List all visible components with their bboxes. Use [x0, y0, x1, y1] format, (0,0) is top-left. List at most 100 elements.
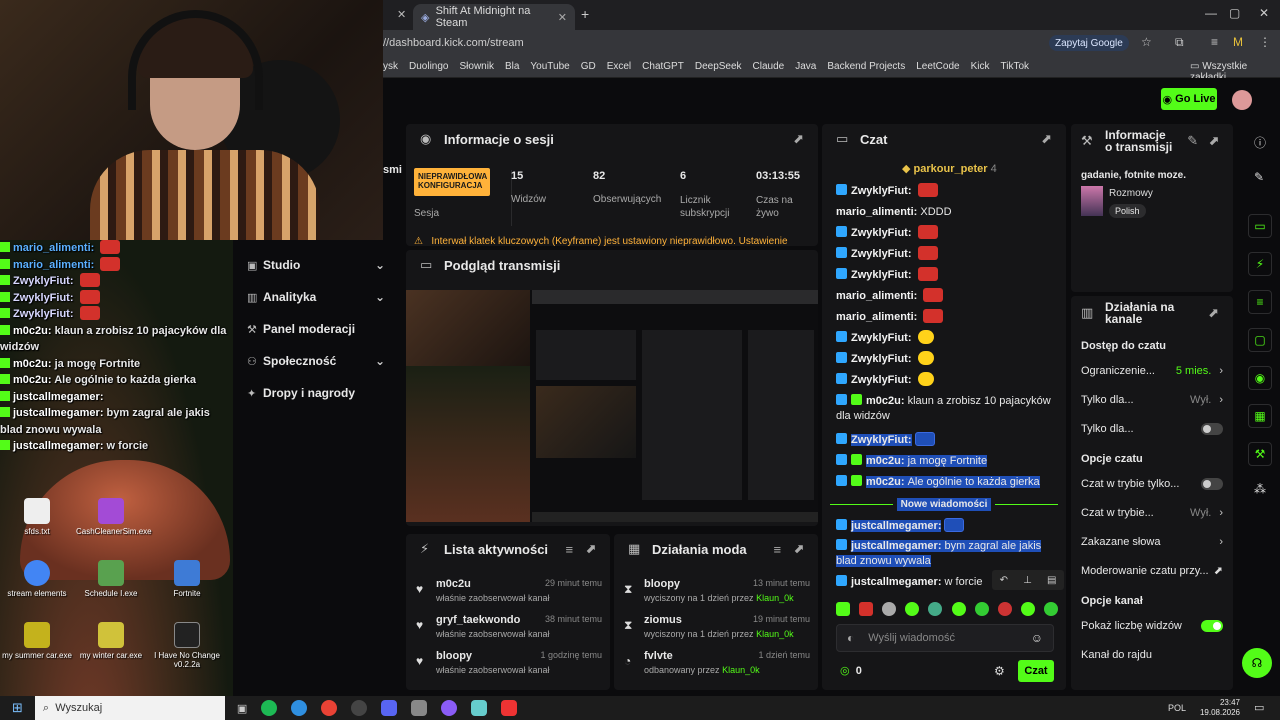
rail-button-list[interactable]: ≡	[1248, 290, 1272, 314]
bookmark-item[interactable]: TikTok	[1000, 61, 1029, 72]
pinned-user[interactable]: ◆ parkour_peter 4	[902, 162, 997, 175]
bookmark-item[interactable]: Backend Projects	[827, 61, 905, 72]
list-item[interactable]: ⧗ ziomus wyciszony na 1 dzień przez Klaun_…	[624, 614, 810, 639]
keyboard-language[interactable]: POL	[1168, 703, 1186, 713]
list-item[interactable]: ◔ fvlvte odbanowany przez Klaun_0k 1 dzień …	[624, 650, 810, 675]
chat-message[interactable]: m0c2u: ja mogę Fortnite	[836, 451, 988, 472]
setting-row[interactable]: Czat w trybie... Wył. ›	[1071, 498, 1233, 527]
bookmark-item[interactable]: DeepSeek	[695, 61, 742, 72]
chat-message[interactable]: mario_alimenti:	[836, 286, 1062, 307]
address-bar[interactable]: //dashboard.kick.com/stream Zapytaj Goog…	[383, 30, 1280, 56]
taskbar-search[interactable]: ⌕ Wyszukaj	[34, 696, 225, 720]
emote-icon[interactable]	[997, 602, 1012, 616]
filter-icon[interactable]: ≡	[774, 542, 782, 557]
notifications-icon[interactable]: ▭	[1254, 701, 1264, 714]
youtube-icon[interactable]	[501, 700, 518, 716]
rail-button-preview[interactable]: ▭	[1248, 214, 1272, 238]
setting-row[interactable]: Tylko dla... Wył. ›	[1071, 385, 1233, 414]
desktop-icon[interactable]: my winter car.exe	[76, 622, 146, 660]
apps-icon[interactable]: ⁂	[1254, 482, 1266, 496]
maximize-icon[interactable]: ▢	[1229, 6, 1240, 20]
minimize-icon[interactable]: —	[1205, 6, 1217, 20]
app-icon[interactable]	[411, 700, 428, 716]
pin-icon[interactable]: ⊥	[1023, 575, 1032, 586]
bookmark-item[interactable]: ChatGPT	[642, 61, 684, 72]
close-window-icon[interactable]: ✕	[1259, 6, 1269, 20]
nav-item-drops[interactable]: ✦ Dropy i nagrody	[247, 386, 387, 400]
bookmark-item[interactable]: ysk	[383, 61, 398, 72]
clock[interactable]: 23:47 19.08.2026	[1200, 698, 1240, 718]
emote-icon[interactable]	[836, 602, 850, 616]
chrome-icon[interactable]	[321, 700, 338, 716]
chat-message[interactable]: justcallmegamer: w forcie	[836, 572, 982, 593]
chat-message[interactable]: ZwyklyFiut:	[836, 430, 935, 451]
chat-message[interactable]: ZwyklyFiut:	[836, 370, 1062, 391]
ask-google-button[interactable]: Zapytaj Google	[1049, 35, 1129, 51]
close-tab-icon[interactable]: ✕	[558, 11, 567, 24]
setting-row[interactable]: Tylko dla...	[1071, 414, 1233, 443]
bookmark-item[interactable]: Java	[795, 61, 816, 72]
bookmark-item[interactable]: Duolingo	[409, 61, 448, 72]
bookmark-item[interactable]: Bla	[505, 61, 519, 72]
chat-message[interactable]: ZwyklyFiut:	[836, 349, 1062, 370]
profile-icon[interactable]: M	[1233, 35, 1243, 49]
popout-icon[interactable]: ⬈	[1208, 305, 1219, 321]
close-tab-icon[interactable]: ✕	[397, 8, 406, 21]
chat-message[interactable]: ZwyklyFiut:	[836, 223, 1062, 244]
setting-row[interactable]: Zakazane słowa ›	[1071, 527, 1233, 556]
go-live-button[interactable]: ◉ Go Live	[1161, 88, 1217, 110]
emoji-icon[interactable]: ☺	[1031, 631, 1043, 645]
rail-button-activity[interactable]: ⚡	[1248, 252, 1272, 276]
chat-message[interactable]: ZwyklyFiut:	[836, 181, 1062, 202]
chat-message[interactable]: mario_alimenti: XDDD	[836, 202, 1062, 223]
extensions-icon[interactable]: ⧉	[1175, 35, 1184, 50]
media-icon[interactable]: ≡	[1211, 35, 1218, 49]
emote-icon[interactable]	[905, 602, 920, 616]
bookmark-item[interactable]: Claude	[753, 61, 785, 72]
chat-input[interactable]: ◐ Wyślij wiadomość ☺	[836, 624, 1054, 652]
desktop-icon[interactable]: CashCleanerSim.exe	[76, 498, 152, 536]
bookmark-item[interactable]: Kick	[971, 61, 990, 72]
browser-tab[interactable]: ◈ Shift At Midnight na Steam ✕	[413, 4, 575, 30]
rail-button-chat[interactable]: ▢	[1248, 328, 1272, 352]
edit-icon[interactable]: ✎	[1254, 170, 1264, 184]
nav-item-studio[interactable]: ▣ Studio ⌄	[247, 258, 387, 272]
desktop-icon[interactable]: my summer car.exe	[2, 622, 72, 660]
nav-item-moderation[interactable]: ⚒ Panel moderacji	[247, 322, 387, 336]
toggle-switch[interactable]	[1201, 619, 1223, 632]
popout-icon[interactable]: ⬈	[793, 131, 804, 147]
edge-icon[interactable]	[291, 700, 308, 716]
bookmark-item[interactable]: YouTube	[530, 61, 569, 72]
rail-button-session[interactable]: ◉	[1248, 366, 1272, 390]
setting-row[interactable]: Kanał do rajdu	[1071, 640, 1233, 669]
chat-message[interactable]: m0c2u: Ale ogólnie to każda gierka	[836, 472, 1040, 493]
list-item[interactable]: ♥ bloopy właśnie zaobserwował kanał 1 godzi…	[416, 650, 602, 675]
send-chat-button[interactable]: Czat	[1018, 660, 1054, 682]
toggle-switch[interactable]	[1201, 477, 1223, 490]
desktop-icon[interactable]: I Have No Change v0.2.2a	[152, 622, 222, 669]
chat-message[interactable]: mario_alimenti:	[836, 307, 1062, 328]
bookmark-item[interactable]: Słownik	[459, 61, 493, 72]
info-icon[interactable]: ⓘ	[1254, 134, 1266, 151]
list-item[interactable]: ♥ m0c2u właśnie zaobserwował kanał 29 minut…	[416, 578, 602, 603]
popout-icon[interactable]: ⬈	[793, 541, 804, 557]
obs-icon[interactable]	[351, 700, 368, 716]
bookmark-item[interactable]: LeetCode	[916, 61, 959, 72]
emote-icon[interactable]	[1020, 602, 1035, 616]
edit-icon[interactable]: ✎	[1187, 133, 1198, 149]
chat-message[interactable]: justcallmegamer: bym zagral ale jakis bl…	[836, 539, 1058, 569]
star-icon[interactable]: ☆	[1141, 35, 1152, 49]
emote-icon[interactable]	[951, 602, 966, 616]
app-icon[interactable]	[471, 700, 488, 716]
list-item[interactable]: ⧗ bloopy wyciszony na 1 dzień przez Klaun_…	[624, 578, 810, 603]
task-view-icon[interactable]: ▣	[237, 702, 247, 715]
chat-message[interactable]: ZwyklyFiut:	[836, 265, 1062, 286]
nav-item-analytics[interactable]: ▥ Analityka ⌄	[247, 290, 387, 304]
settings-gear-icon[interactable]: ⚙	[994, 664, 1005, 678]
chat-message[interactable]: m0c2u: klaun a zrobisz 10 pajacyków dla …	[836, 394, 1062, 424]
nav-item-community[interactable]: ⚇ Społeczność ⌄	[247, 354, 387, 368]
toggle-switch[interactable]	[1201, 422, 1223, 435]
desktop-icon[interactable]: stream elements	[2, 560, 72, 598]
app-icon[interactable]	[441, 700, 458, 716]
bookmark-item[interactable]: Excel	[607, 61, 631, 72]
